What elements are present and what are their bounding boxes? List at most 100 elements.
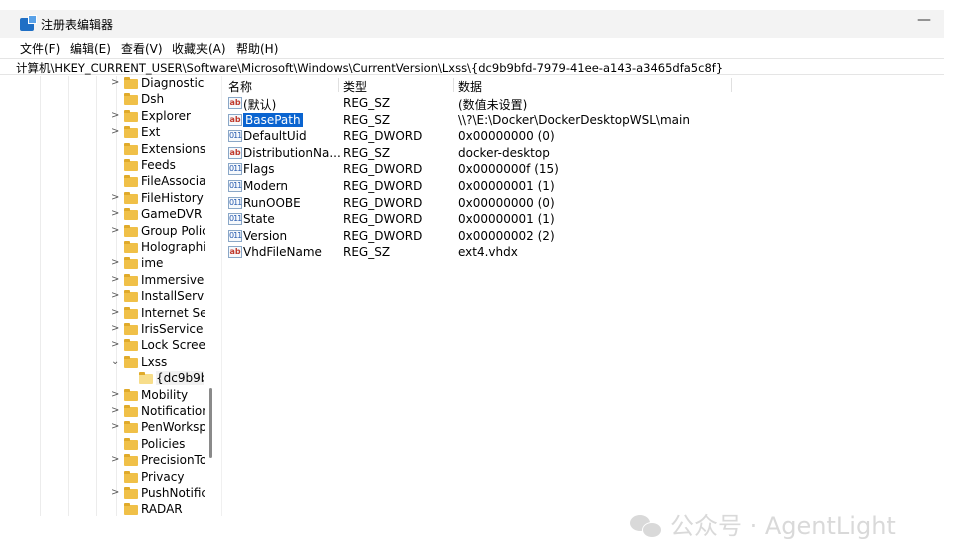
value-row[interactable]: ab BasePath REG_SZ \\?\E:\Docker\DockerDesk…	[224, 112, 944, 129]
tree-item[interactable]: Privacy	[0, 470, 205, 486]
tree-item[interactable]: Feeds	[0, 158, 205, 174]
tree-item[interactable]: > ime	[0, 256, 205, 272]
column-separator[interactable]	[338, 78, 339, 92]
folder-icon	[124, 93, 138, 106]
tree-item[interactable]: > Explorer	[0, 109, 205, 125]
tree-item-label: Notification	[141, 404, 205, 418]
chevron-right-icon[interactable]: >	[111, 208, 121, 219]
tree-item[interactable]: Policies	[0, 437, 205, 453]
column-separator[interactable]	[453, 78, 454, 92]
wechat-icon	[630, 515, 662, 538]
folder-icon	[124, 487, 138, 499]
chevron-down-icon[interactable]: ⌄	[111, 356, 121, 367]
chevron-right-icon[interactable]: >	[111, 421, 121, 432]
chevron-right-icon[interactable]: >	[111, 274, 121, 285]
chevron-right-icon[interactable]: >	[111, 110, 121, 121]
folder-icon	[124, 257, 138, 270]
value-data: 0x0000000f (15)	[458, 162, 559, 177]
pane-splitter[interactable]	[221, 76, 222, 516]
tree-item[interactable]: > ImmersiveS	[0, 273, 205, 289]
value-row[interactable]: ab (默认) REG_SZ (数值未设置)	[224, 95, 944, 112]
value-row[interactable]: 011 State REG_DWORD 0x00000001 (1)	[224, 211, 944, 228]
value-data: docker-desktop	[458, 145, 550, 160]
title-bar: 注册表编辑器 —	[0, 10, 944, 38]
tree-item[interactable]: > Mobility	[0, 388, 205, 404]
folder-icon	[124, 126, 138, 139]
chevron-right-icon[interactable]: >	[111, 405, 121, 416]
chevron-right-icon[interactable]: >	[111, 307, 121, 318]
tree-item[interactable]: Extensions	[0, 142, 205, 158]
tree-item[interactable]: > Diagnostics	[0, 76, 205, 92]
chevron-right-icon[interactable]: >	[111, 192, 121, 203]
tree-item[interactable]: > PushNotific	[0, 486, 205, 502]
tree-item-label: {dc9b9bf	[156, 371, 204, 386]
tree-item[interactable]: Holographi	[0, 240, 205, 256]
value-name: Modern	[243, 179, 353, 193]
value-name: DistributionNa...	[243, 146, 353, 160]
registry-tree[interactable]: > Diagnostics Dsh > Explorer > Ext Extensions Fe…	[0, 76, 213, 516]
values-list[interactable]: 名称 类型 数据 ab (默认) REG_SZ (数值未设置) ab BasePath RE…	[224, 76, 944, 516]
value-row[interactable]: 011 Flags REG_DWORD 0x0000000f (15)	[224, 161, 944, 178]
menu-favorites[interactable]: 收藏夹(A)	[172, 40, 226, 57]
address-path[interactable]: 计算机\HKEY_CURRENT_USER\Software\Microsoft…	[16, 60, 723, 76]
binary-value-icon: 011	[228, 229, 242, 242]
tree-item[interactable]: > IrisService	[0, 322, 205, 338]
chevron-right-icon[interactable]: >	[111, 323, 121, 334]
tree-item[interactable]: > FileHistory	[0, 191, 205, 207]
value-row[interactable]: 011 Modern REG_DWORD 0x00000001 (1)	[224, 178, 944, 195]
chevron-right-icon[interactable]: >	[111, 290, 121, 301]
value-name-text: State	[243, 212, 275, 227]
column-header-data[interactable]: 数据	[458, 78, 482, 95]
tree-scrollbar-thumb[interactable]	[209, 388, 212, 458]
tree-item[interactable]: > GameDVR	[0, 207, 205, 223]
address-bar[interactable]: 计算机\HKEY_CURRENT_USER\Software\Microsoft…	[0, 58, 944, 75]
chevron-right-icon[interactable]: >	[111, 487, 121, 498]
chevron-right-icon[interactable]: >	[111, 77, 121, 88]
value-data: 0x00000000 (0)	[458, 129, 555, 144]
tree-item[interactable]: {dc9b9bf	[0, 371, 205, 387]
value-type: REG_DWORD	[343, 212, 423, 227]
menu-edit[interactable]: 编辑(E)	[70, 40, 111, 57]
chevron-right-icon[interactable]: >	[111, 389, 121, 400]
folder-icon	[124, 241, 138, 253]
folder-icon	[124, 109, 138, 122]
tree-item-label: Lock Screer	[141, 338, 205, 353]
window-title: 注册表编辑器	[41, 18, 114, 32]
value-row[interactable]: ab DistributionNa... REG_SZ docker-desktop	[224, 145, 944, 162]
chevron-right-icon[interactable]: >	[111, 257, 121, 268]
tree-item[interactable]: > PenWorksp	[0, 420, 205, 436]
tree-item[interactable]: Dsh	[0, 92, 205, 108]
folder-icon	[124, 208, 138, 221]
value-row[interactable]: ab VhdFileName REG_SZ ext4.vhdx	[224, 244, 944, 261]
tree-item[interactable]: > PrecisionTo	[0, 453, 205, 469]
tree-item[interactable]: > InstallServic	[0, 289, 205, 305]
tree-item[interactable]: > Group Polic	[0, 224, 205, 240]
chevron-right-icon[interactable]: >	[111, 339, 121, 350]
tree-item[interactable]: RADAR	[0, 502, 205, 516]
column-header-type[interactable]: 类型	[343, 78, 367, 95]
menu-file[interactable]: 文件(F)	[20, 40, 60, 57]
folder-icon	[124, 339, 138, 352]
column-separator[interactable]	[731, 78, 732, 92]
value-type: REG_DWORD	[343, 179, 423, 193]
chevron-right-icon[interactable]: >	[111, 126, 121, 137]
tree-item-label: Policies	[141, 436, 186, 451]
column-header-name[interactable]: 名称	[228, 78, 252, 95]
tree-item[interactable]: > Internet Se	[0, 306, 205, 322]
minimize-button[interactable]: —	[914, 12, 934, 28]
tree-item-label: PushNotific	[141, 486, 205, 500]
value-name: Flags	[243, 162, 353, 176]
tree-item[interactable]: ⌄ Lxss	[0, 355, 205, 371]
tree-item[interactable]: FileAssociat	[0, 174, 205, 190]
value-row[interactable]: 011 DefaultUid REG_DWORD 0x00000000 (0)	[224, 128, 944, 145]
menu-help[interactable]: 帮助(H)	[236, 40, 278, 57]
value-row[interactable]: 011 RunOOBE REG_DWORD 0x00000000 (0)	[224, 195, 944, 212]
tree-item[interactable]: > Lock Screer	[0, 338, 205, 354]
menu-view[interactable]: 查看(V)	[121, 40, 163, 57]
tree-item[interactable]: > Ext	[0, 125, 205, 141]
chevron-right-icon[interactable]: >	[111, 454, 121, 465]
value-row[interactable]: 011 Version REG_DWORD 0x00000002 (2)	[224, 228, 944, 245]
chevron-right-icon[interactable]: >	[111, 225, 121, 236]
string-value-icon: ab	[228, 113, 242, 126]
tree-item[interactable]: > Notification	[0, 404, 205, 420]
